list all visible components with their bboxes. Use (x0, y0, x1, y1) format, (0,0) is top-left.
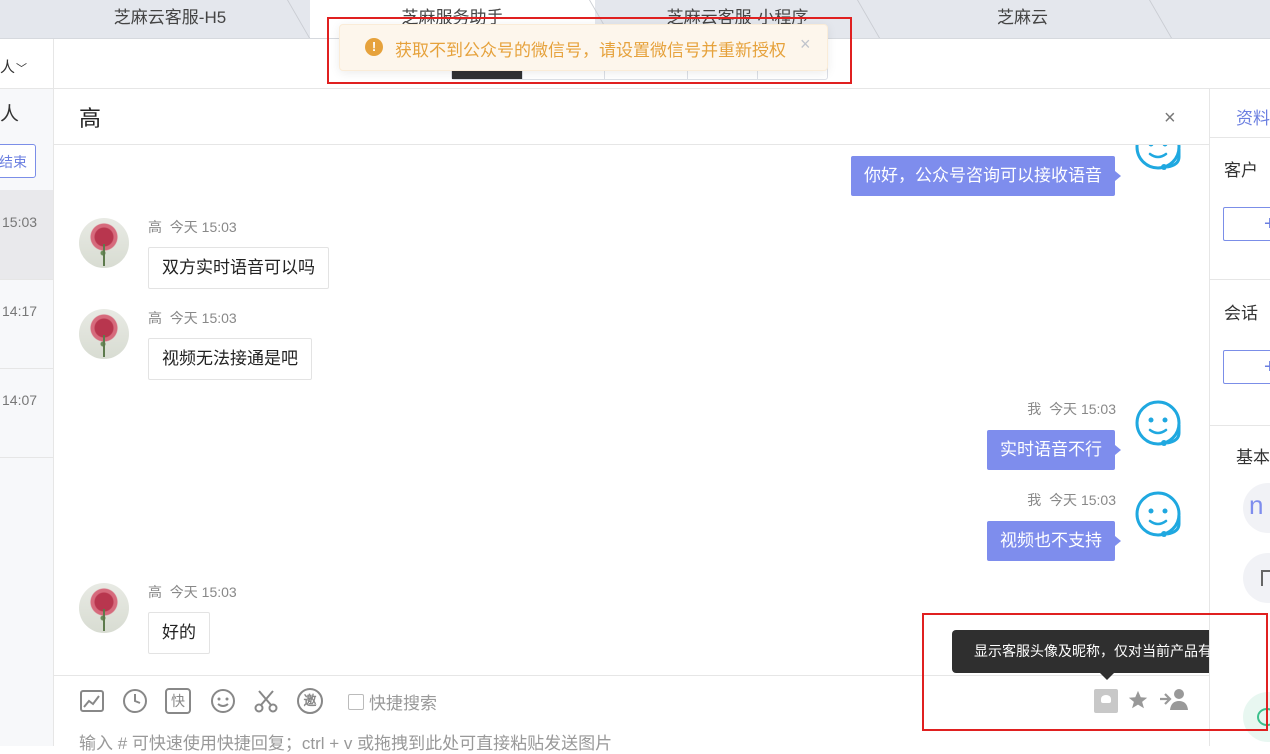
customer-avatar (79, 583, 129, 633)
divider (1210, 425, 1270, 426)
people-label: 人 (0, 104, 20, 125)
session-time: 14:07 (2, 392, 38, 408)
session-item[interactable]: 14:17 (0, 279, 53, 369)
tab-zhima-h5[interactable]: 芝麻云客服-H5 (55, 0, 285, 38)
chat-glyph (1257, 708, 1270, 726)
chevron-down-icon: ﹀ (16, 63, 28, 75)
sender-name: 我 (1027, 401, 1042, 417)
message-meta: 我 今天 15:03 (1027, 490, 1116, 510)
chat-title: 高 (79, 106, 102, 131)
customer-message-bubble: 视频无法接通是吧 (148, 338, 312, 380)
image-icon[interactable] (79, 688, 105, 714)
emoji-icon[interactable] (210, 688, 236, 714)
invite-icon[interactable]: 邀 (297, 688, 323, 714)
chat-bubble-icon[interactable] (1243, 692, 1270, 742)
transfer-icon[interactable] (1158, 686, 1188, 712)
show-agent-avatar-icon[interactable] (1094, 689, 1118, 713)
agent-avatar-icon (1135, 145, 1181, 170)
customer-message-bubble: 双方实时语音可以吗 (148, 247, 329, 289)
divider (1210, 137, 1270, 138)
session-label: 会话 (1224, 304, 1258, 323)
message-meta: 高 今天 15:03 (148, 308, 237, 328)
status-dropdown-label: 人 (0, 59, 16, 76)
session-time: 15:03 (2, 214, 38, 230)
clock-icon[interactable] (122, 688, 148, 714)
end-session-button[interactable]: 结束 (0, 144, 36, 178)
warning-toast: ! 获取不到公众号的微信号，请设置微信号并重新授权 × (339, 24, 828, 71)
bookmark-icon[interactable] (1243, 553, 1270, 603)
message-time: 今天 15:03 (1049, 492, 1116, 508)
sender-name: 高 (148, 219, 162, 235)
composer: 快 邀 快捷搜索 输入 # 可快速使用快捷回复；ctrl + v 或拖拽到此处可… (54, 675, 1209, 753)
warning-icon: ! (365, 38, 383, 56)
close-icon[interactable]: × (800, 34, 811, 55)
message-meta: 我 今天 15:03 (1027, 399, 1116, 419)
divider (1210, 279, 1270, 280)
chat-header: 高 × (54, 89, 1209, 145)
customer-message-bubble: 好的 (148, 612, 210, 654)
tab-profile[interactable]: 资料 (1236, 104, 1270, 129)
quick-search-checkbox[interactable] (348, 694, 364, 710)
agent-avatar-icon (1135, 400, 1181, 446)
avatar-glyph (1101, 695, 1111, 703)
tab-divider (287, 0, 310, 38)
agent-message-bubble: 你好，公众号咨询可以接收语音 (851, 156, 1121, 196)
message-time: 今天 15:03 (169, 219, 237, 235)
message-time: 今天 15:03 (1049, 401, 1116, 417)
right-panel: 资料 客户 + 会话 + 基本 n (1209, 89, 1270, 746)
agent-message-bubble: 视频也不支持 (987, 521, 1121, 561)
customer-avatar (79, 218, 129, 268)
bookmark-glyph (1261, 570, 1270, 586)
message-list: 你好，公众号咨询可以接收语音 高 今天 15:03 双方实时语音可以吗 高 今天… (54, 145, 1209, 675)
quick-search-toggle[interactable]: 快捷搜索 (348, 689, 437, 714)
toast-message: 获取不到公众号的微信号，请设置微信号并重新授权 (395, 41, 786, 60)
add-session-button[interactable]: + (1223, 350, 1270, 384)
message-input[interactable]: 输入 # 可快速使用快捷回复；ctrl + v 或拖拽到此处可直接粘贴发送图片 (79, 729, 612, 754)
session-list: 人 结束 15:03 14:17 14:07 (0, 89, 54, 746)
quick-reply-icon[interactable]: 快 (165, 688, 191, 714)
agent-avatar-icon (1135, 491, 1181, 537)
session-item[interactable]: 14:07 (0, 368, 53, 458)
toolbar-divider (53, 39, 54, 88)
message-meta: 高 今天 15:03 (148, 217, 237, 237)
message-time: 今天 15:03 (169, 584, 237, 600)
star-icon[interactable] (1127, 689, 1149, 711)
sender-name: 高 (148, 310, 162, 326)
scissors-icon[interactable] (253, 688, 279, 714)
customer-label: 客户 (1224, 161, 1258, 180)
add-customer-button[interactable]: + (1223, 207, 1270, 241)
sender-name: 高 (148, 584, 162, 600)
basic-info-label: 基本 (1236, 448, 1270, 467)
status-dropdown[interactable]: 人﹀ (0, 56, 27, 77)
agent-message-bubble: 实时语音不行 (987, 430, 1121, 470)
message-meta: 高 今天 15:03 (148, 582, 237, 602)
close-icon[interactable]: × (1164, 107, 1176, 130)
session-item[interactable]: 15:03 (0, 190, 53, 280)
session-time: 14:17 (2, 303, 38, 319)
sender-name: 我 (1027, 492, 1042, 508)
quick-search-label: 快捷搜索 (369, 694, 437, 713)
customer-avatar (79, 309, 129, 359)
message-time: 今天 15:03 (169, 310, 237, 326)
avatar: n (1243, 483, 1270, 533)
tab-zhima-cloud[interactable]: 芝麻云 (880, 0, 1165, 38)
